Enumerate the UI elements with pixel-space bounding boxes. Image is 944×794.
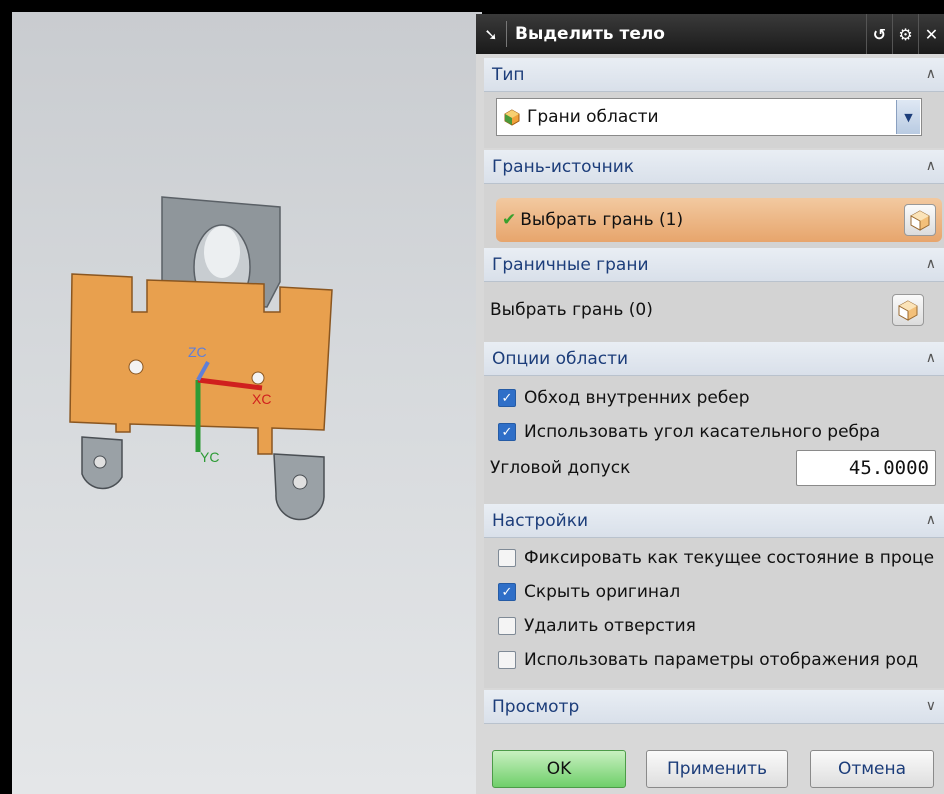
close-icon[interactable]: ✕ (918, 14, 944, 54)
checkmark-icon: ✔ (502, 210, 517, 230)
section-preview-header[interactable]: Просмотр ∨ (484, 690, 944, 724)
tab-hole (93, 455, 107, 469)
angle-tolerance-label: Угловой допуск (490, 458, 631, 478)
section-boundary-faces-header[interactable]: Граничные грани ∧ (484, 248, 944, 282)
checkbox-fix-state[interactable] (498, 549, 516, 567)
option-tangent-angle[interactable]: ✓ Использовать угол касательного ребра (498, 422, 880, 442)
selected-plate-face[interactable] (69, 273, 333, 455)
type-dropdown-value: Грани области (527, 107, 659, 127)
chevron-up-icon[interactable]: ∧ (926, 158, 936, 174)
option-hide-original-label: Скрыть оригинал (524, 582, 681, 602)
title-divider (506, 21, 507, 47)
gear-icon[interactable]: ⚙ (892, 14, 918, 54)
section-type-header[interactable]: Тип ∧ (484, 58, 944, 92)
option-internal-edges-label: Обход внутренних ребер (524, 388, 750, 408)
select-boundary-faces-label: Выбрать грань (0) (490, 300, 653, 320)
section-region-options-title: Опции области (492, 348, 629, 369)
chevron-up-icon[interactable]: ∧ (926, 256, 936, 272)
option-tangent-angle-label: Использовать угол касательного ребра (524, 422, 881, 442)
section-type-title: Тип (492, 64, 525, 85)
option-fix-state[interactable]: Фиксировать как текущее состояние в проц… (498, 548, 934, 568)
option-delete-holes-label: Удалить отверстия (524, 616, 696, 636)
dialog-title: Выделить тело (515, 24, 665, 44)
option-hide-original[interactable]: ✓ Скрыть оригинал (498, 582, 680, 602)
chevron-up-icon[interactable]: ∧ (926, 512, 936, 528)
checkbox-tangent-angle[interactable]: ✓ (498, 423, 516, 441)
face-selector-cube-icon[interactable] (904, 204, 936, 236)
option-delete-holes[interactable]: Удалить отверстия (498, 616, 696, 636)
extract-body-dialog: ➘ Выделить тело ↺ ⚙ ✕ Тип ∧ Грани област… (476, 14, 944, 794)
part-model[interactable]: ZC XC YC (12, 12, 482, 794)
option-display-params[interactable]: Использовать параметры отображения род (498, 650, 918, 670)
section-source-face-title: Грань-источник (492, 156, 635, 177)
option-fix-state-label: Фиксировать как текущее состояние в проц… (524, 548, 935, 568)
cancel-button[interactable]: Отмена (810, 750, 934, 788)
xc-label: XC (252, 391, 271, 407)
chevron-down-icon[interactable]: ▼ (896, 100, 920, 134)
apply-button[interactable]: Применить (646, 750, 788, 788)
plate-hole (128, 359, 144, 375)
checkbox-display-params[interactable] (498, 651, 516, 669)
reset-icon[interactable]: ↺ (866, 14, 892, 54)
pointer-icon: ➘ (484, 24, 498, 44)
dome-highlight (204, 226, 240, 278)
ok-button[interactable]: OK (492, 750, 626, 788)
chevron-down-icon[interactable]: ∨ (926, 698, 936, 714)
dialog-titlebar[interactable]: ➘ Выделить тело ↺ ⚙ ✕ (476, 14, 944, 54)
option-internal-edges[interactable]: ✓ Обход внутренних ребер (498, 388, 750, 408)
section-preview-title: Просмотр (492, 696, 580, 717)
checkbox-delete-holes[interactable] (498, 617, 516, 635)
section-source-face-header[interactable]: Грань-источник ∧ (484, 150, 944, 184)
section-region-options-header[interactable]: Опции области ∧ (484, 342, 944, 376)
tab-hole (292, 474, 308, 490)
section-settings-header[interactable]: Настройки ∧ (484, 504, 944, 538)
section-settings-title: Настройки (492, 510, 589, 531)
plate-hole (251, 371, 265, 385)
select-boundary-faces[interactable]: Выбрать грань (0) (490, 288, 936, 332)
yc-label: YC (200, 449, 219, 465)
chevron-up-icon[interactable]: ∧ (926, 350, 936, 366)
section-boundary-faces-title: Граничные грани (492, 254, 649, 275)
option-display-params-label: Использовать параметры отображения род (524, 650, 919, 670)
screen-frame: ZC XC YC ➘ Выделить тело ↺ ⚙ ✕ Тип ∧ Гра… (0, 0, 944, 794)
select-source-face-label: Выбрать грань (1) (520, 210, 684, 230)
face-selector-cube-icon[interactable] (892, 294, 924, 326)
type-dropdown[interactable]: Грани области ▼ (496, 98, 922, 136)
chevron-up-icon[interactable]: ∧ (926, 66, 936, 82)
checkbox-hide-original[interactable]: ✓ (498, 583, 516, 601)
region-faces-icon (504, 109, 520, 126)
angle-tolerance-input[interactable]: 45.0000 (796, 450, 936, 486)
graphics-viewport[interactable]: ZC XC YC (12, 12, 482, 794)
select-source-face[interactable]: ✔ Выбрать грань (1) (496, 198, 942, 242)
checkbox-internal-edges[interactable]: ✓ (498, 389, 516, 407)
zc-label: ZC (188, 344, 207, 360)
